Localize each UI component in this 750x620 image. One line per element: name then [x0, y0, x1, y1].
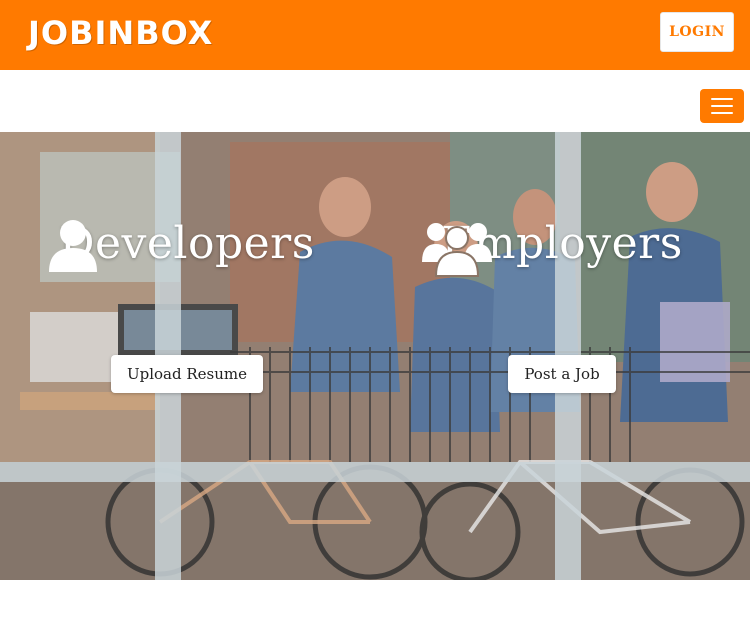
site-logo[interactable]: JOBINBOX: [28, 14, 213, 52]
login-button[interactable]: LOGIN: [660, 12, 734, 52]
group-icon: [422, 223, 492, 277]
menu-bar: [711, 112, 733, 114]
top-bar: JOBINBOX LOGIN: [0, 0, 750, 70]
post-a-job-button[interactable]: Post a Job: [508, 355, 616, 393]
hero-banner: Developers Upload Resume Employers Post …: [0, 132, 750, 580]
user-icon: [49, 220, 97, 272]
upload-resume-button[interactable]: Upload Resume: [110, 355, 263, 393]
hamburger-menu-icon[interactable]: [700, 89, 744, 123]
developers-section: Developers Upload Resume: [47, 218, 327, 393]
menu-bar: [711, 105, 733, 107]
nav-row: [0, 70, 750, 132]
menu-bar: [711, 98, 733, 100]
employers-section: Employers Post a Job: [422, 218, 702, 393]
